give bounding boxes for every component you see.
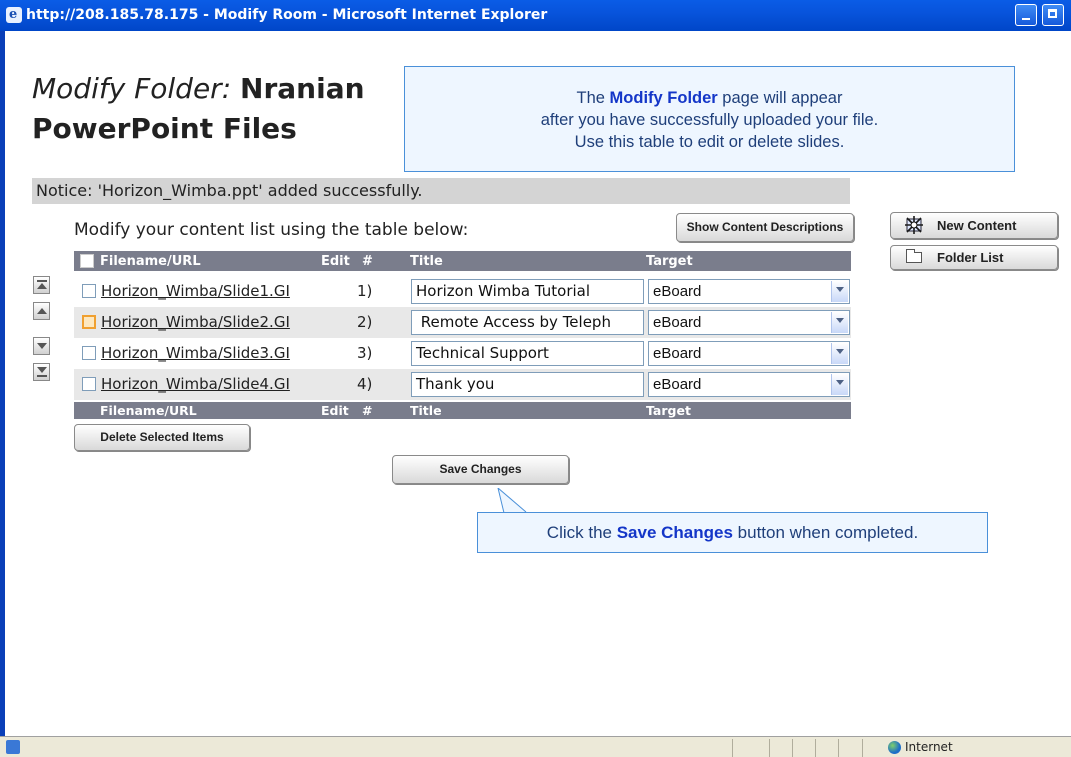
callout-line2: after you have successfully uploaded you… <box>540 111 879 129</box>
row-checkbox[interactable] <box>82 284 96 298</box>
callout-line1: The Modify Folder page will appear <box>405 87 1014 109</box>
col-target: Target <box>646 403 691 418</box>
page-icon <box>6 740 20 754</box>
move-up-button[interactable] <box>33 302 50 320</box>
window-title: http://208.185.78.175 - Modify Room - Mi… <box>26 7 548 23</box>
row-number: 3) <box>357 344 373 362</box>
col-num: # <box>362 403 373 418</box>
row-number: 2) <box>357 313 373 331</box>
col-title: Title <box>410 254 443 269</box>
callout-line3: Use this table to edit or delete slides. <box>574 133 845 151</box>
callout-emphasis: Modify Folder <box>609 89 718 107</box>
file-link[interactable]: Horizon_Wimba/Slide1.GI <box>101 282 290 300</box>
instructions-label: Modify your content list using the table… <box>74 220 469 240</box>
new-content-label: New Content <box>937 218 1017 233</box>
callout-text: Click the <box>546 523 617 542</box>
target-select[interactable]: eBoard <box>648 372 850 397</box>
row-checkbox[interactable] <box>82 346 96 360</box>
info-callout-save-changes: Click the Save Changes button when compl… <box>477 512 988 553</box>
folder-icon <box>906 249 922 263</box>
minimize-button[interactable] <box>1015 4 1037 26</box>
maximize-button[interactable] <box>1042 4 1064 26</box>
target-select[interactable]: eBoard <box>648 279 850 304</box>
callout-text: button when completed. <box>732 523 919 542</box>
col-title: Title <box>410 403 442 418</box>
move-bottom-button[interactable] <box>33 363 50 381</box>
table-row: Horizon_Wimba/Slide1.GI 1) Horizon Wimba… <box>74 276 851 307</box>
table-row: Horizon_Wimba/Slide3.GI 3) Technical Sup… <box>74 338 851 369</box>
title-input[interactable]: Remote Access by Teleph <box>411 310 644 335</box>
target-value: eBoard <box>653 314 702 331</box>
col-num: # <box>362 254 373 269</box>
row-number: 4) <box>357 375 373 393</box>
status-divider <box>769 739 770 757</box>
move-top-icon <box>37 280 47 282</box>
chevron-down-icon[interactable] <box>831 343 848 364</box>
chevron-down-icon[interactable] <box>831 312 848 333</box>
title-input[interactable]: Thank you <box>411 372 644 397</box>
save-changes-button[interactable]: Save Changes <box>392 455 569 484</box>
table-row: Horizon_Wimba/Slide2.GI 2) Remote Access… <box>74 307 851 338</box>
move-top-button[interactable] <box>33 276 50 294</box>
file-link[interactable]: Horizon_Wimba/Slide4.GI <box>101 375 290 393</box>
callout-emphasis: Save Changes <box>616 523 733 542</box>
status-bar: Internet <box>0 736 1071 757</box>
col-filename: Filename/URL <box>100 403 197 418</box>
move-down-icon <box>37 343 47 349</box>
internet-explorer-icon: e <box>6 7 22 23</box>
col-edit: Edit <box>321 254 350 269</box>
chevron-down-icon[interactable] <box>831 374 848 395</box>
callout-text: page will appear <box>717 89 843 107</box>
show-content-descriptions-button[interactable]: Show Content Descriptions <box>676 213 854 242</box>
col-filename: Filename/URL <box>100 254 201 269</box>
row-checkbox[interactable] <box>82 377 96 391</box>
table-footer: Filename/URL Edit # Title Target <box>74 402 851 419</box>
callout-pointer <box>497 488 527 514</box>
row-number: 1) <box>357 282 373 300</box>
status-divider <box>815 739 816 757</box>
new-content-button[interactable]: New Content <box>890 212 1058 239</box>
status-divider <box>792 739 793 757</box>
folder-list-button[interactable]: Folder List <box>890 245 1058 270</box>
row-checkbox[interactable] <box>82 315 96 329</box>
select-all-checkbox[interactable] <box>80 254 94 268</box>
security-zone: Internet <box>905 740 953 754</box>
chevron-down-icon[interactable] <box>831 281 848 302</box>
target-select[interactable]: eBoard <box>648 341 850 366</box>
title-input[interactable]: Horizon Wimba Tutorial <box>411 279 644 304</box>
window-border <box>0 31 5 736</box>
page-title: Modify Folder: Nranian <box>32 72 365 105</box>
folder-name-line2: PowerPoint Files <box>32 112 297 145</box>
page-title-prefix: Modify Folder: <box>32 72 232 105</box>
delete-selected-button[interactable]: Delete Selected Items <box>74 424 250 451</box>
callout-text: The <box>576 89 610 107</box>
success-notice: Notice: 'Horizon_Wimba.ppt' added succes… <box>32 178 850 204</box>
target-value: eBoard <box>653 376 702 393</box>
move-up-icon <box>37 308 47 314</box>
window-title-bar: e http://208.185.78.175 - Modify Room - … <box>0 0 1071 31</box>
globe-icon <box>888 741 901 754</box>
target-select[interactable]: eBoard <box>648 310 850 335</box>
col-target: Target <box>646 254 693 269</box>
status-divider <box>732 739 733 757</box>
file-link[interactable]: Horizon_Wimba/Slide3.GI <box>101 344 290 362</box>
status-divider <box>838 739 839 757</box>
move-down-button[interactable] <box>33 337 50 355</box>
file-link[interactable]: Horizon_Wimba/Slide2.GI <box>101 313 290 331</box>
new-content-icon <box>905 216 923 234</box>
table-header: Filename/URL Edit # Title Target <box>74 251 851 271</box>
status-divider <box>862 739 863 757</box>
table-row: Horizon_Wimba/Slide4.GI 4) Thank you eBo… <box>74 369 851 400</box>
info-callout-modify-folder: The Modify Folder page will appear after… <box>404 66 1015 172</box>
target-value: eBoard <box>653 283 702 300</box>
col-edit: Edit <box>321 403 349 418</box>
folder-name-line1: Nranian <box>240 72 365 105</box>
title-input[interactable]: Technical Support <box>411 341 644 366</box>
target-value: eBoard <box>653 345 702 362</box>
folder-list-label: Folder List <box>937 250 1004 265</box>
move-bottom-icon <box>37 367 47 373</box>
